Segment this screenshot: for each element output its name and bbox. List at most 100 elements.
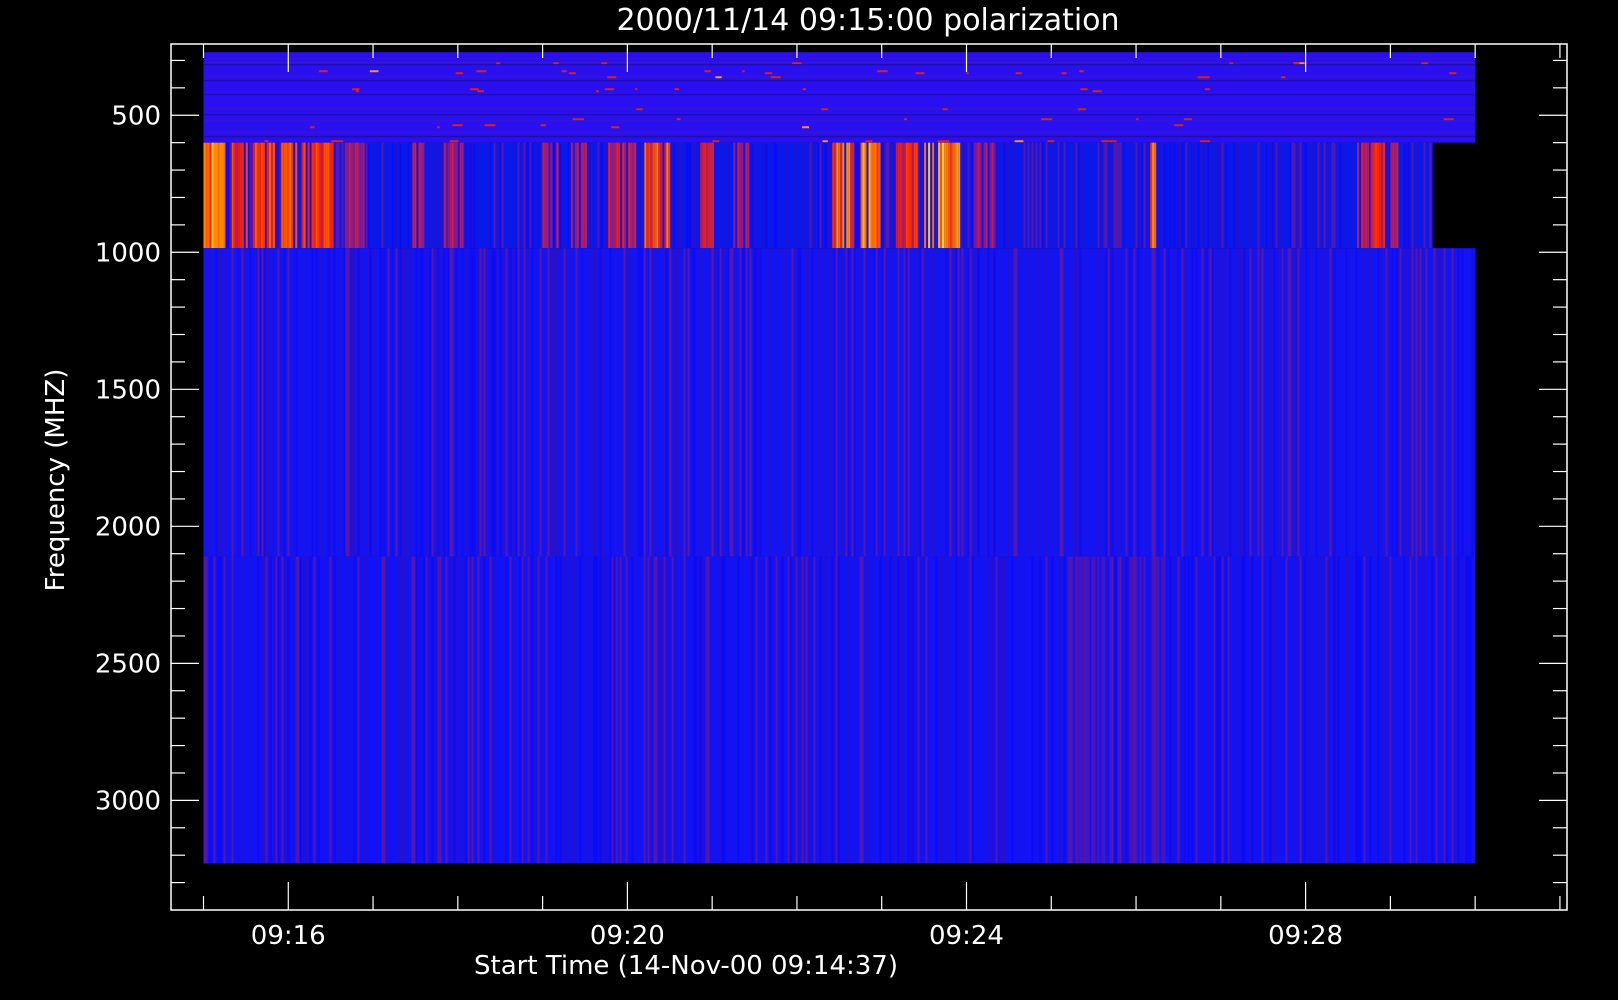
stripe	[1003, 556, 1006, 864]
stripe	[677, 248, 680, 557]
burst-stripe	[358, 142, 361, 249]
stripe	[1061, 248, 1064, 557]
stripe	[481, 248, 484, 557]
stripe	[257, 248, 260, 557]
stripe	[459, 556, 462, 864]
burst-stripe	[618, 142, 621, 249]
noise-speck	[1229, 62, 1234, 65]
stripe	[435, 248, 438, 557]
stripe	[391, 248, 394, 557]
stripe	[1077, 142, 1080, 249]
stripe	[231, 248, 234, 557]
noise-speck	[568, 72, 576, 75]
stripe	[875, 248, 878, 557]
stripe	[759, 248, 762, 557]
stripe	[845, 248, 848, 557]
stripe	[1259, 248, 1262, 557]
stripe	[707, 556, 710, 864]
burst-stripe	[895, 142, 898, 249]
stripe	[667, 248, 670, 557]
stripe	[1023, 142, 1026, 249]
enhancement-stripe	[1157, 556, 1160, 864]
stripe	[275, 142, 278, 249]
burst-stripe	[840, 142, 843, 249]
stripe	[1081, 142, 1084, 249]
stripe	[553, 248, 556, 557]
enhancement-stripe	[1091, 556, 1094, 864]
stripe	[817, 142, 820, 249]
stripe	[1177, 248, 1180, 557]
stripe	[1125, 556, 1128, 864]
burst-stripe	[449, 142, 452, 249]
stripe	[449, 248, 452, 557]
noise-speck	[966, 72, 969, 75]
stripe	[809, 142, 812, 249]
stripe	[1355, 248, 1358, 557]
burst-stripe	[443, 142, 446, 249]
enhancement-stripe	[1155, 556, 1158, 864]
stripe	[351, 248, 354, 557]
y-axis-label: Frequency (MHZ)	[41, 369, 71, 592]
noise-speck	[1197, 76, 1210, 79]
burst-stripe	[266, 142, 269, 249]
stripe	[319, 248, 322, 557]
noise-speck	[1092, 90, 1102, 93]
burst-stripe	[942, 142, 945, 249]
stripe	[1221, 556, 1224, 864]
stripe	[529, 142, 532, 249]
stripe	[599, 556, 602, 864]
stripe	[661, 556, 664, 864]
burst-stripe	[644, 142, 647, 249]
stripe	[1261, 248, 1264, 557]
stripe	[539, 248, 542, 557]
stripe	[947, 248, 950, 557]
stripe	[329, 556, 332, 864]
burst-stripe	[860, 142, 863, 249]
stripe	[265, 556, 268, 864]
stripe	[739, 248, 742, 557]
burst-stripe	[459, 142, 462, 249]
stripe	[1211, 248, 1214, 557]
stripe	[1109, 142, 1112, 249]
noise-speck	[821, 108, 829, 111]
burst-stripe	[864, 142, 867, 249]
burst-stripe	[362, 142, 365, 249]
burst-stripe	[842, 142, 845, 249]
burst-stripe	[205, 142, 208, 249]
stripe	[1171, 556, 1174, 864]
stripe	[1195, 556, 1198, 864]
stripe	[821, 556, 824, 864]
stripe	[1327, 142, 1330, 249]
noise-speck	[449, 140, 459, 143]
stripe	[295, 556, 298, 864]
stripe	[863, 248, 866, 557]
stripe	[391, 142, 394, 249]
stripe	[1321, 248, 1324, 557]
burst-stripe	[239, 142, 242, 249]
stripe	[1139, 142, 1142, 249]
stripe	[1243, 556, 1246, 864]
stripe	[753, 142, 756, 249]
burst-stripe	[317, 142, 320, 249]
stripe	[857, 248, 860, 557]
stripe	[1073, 248, 1076, 557]
stripe	[1213, 556, 1216, 864]
stripe	[693, 556, 696, 864]
stripe	[531, 556, 534, 864]
stripe	[1183, 248, 1186, 557]
stripe	[267, 248, 270, 557]
stripe	[1333, 142, 1336, 249]
stripe	[523, 248, 526, 557]
stripe	[1315, 248, 1318, 557]
stripe	[365, 142, 368, 249]
stripe	[721, 248, 724, 557]
stripe	[1369, 556, 1372, 864]
enhancement-stripe	[1067, 556, 1070, 864]
burst-stripe	[610, 142, 613, 249]
stripe	[1317, 556, 1320, 864]
stripe	[899, 556, 902, 864]
stripe	[697, 556, 700, 864]
stripe	[1325, 556, 1328, 864]
stripe	[917, 556, 920, 864]
stripe	[223, 556, 226, 864]
